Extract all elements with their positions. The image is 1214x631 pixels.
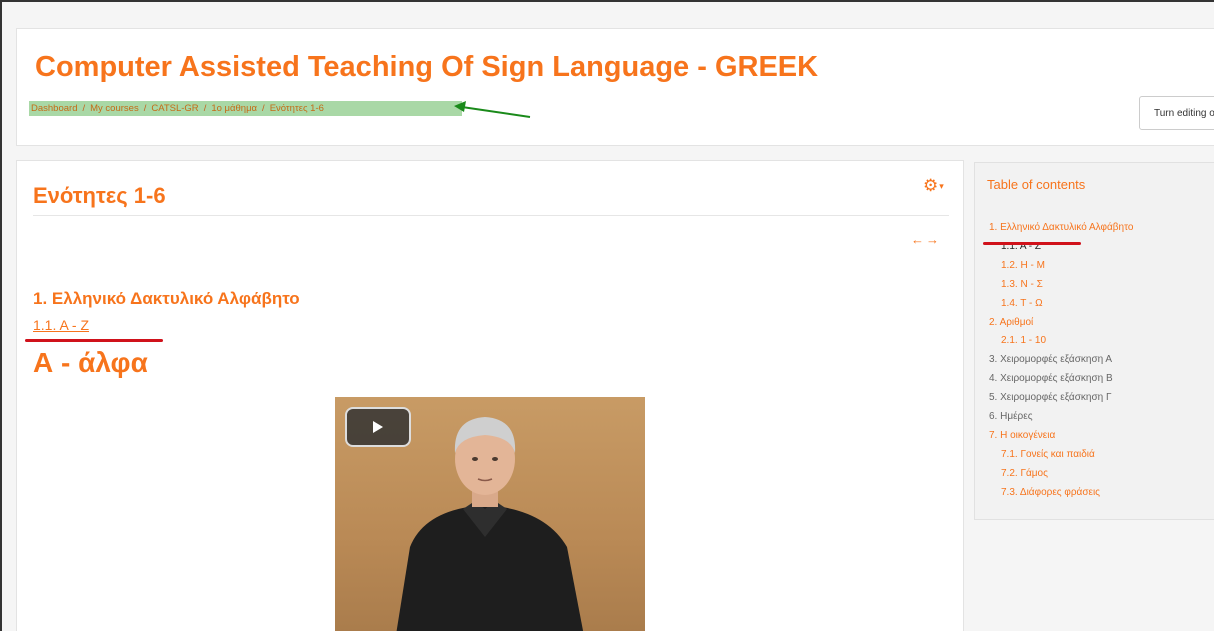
toc-item[interactable]: 6. Ημέρες	[989, 408, 1133, 427]
table-of-contents: Table of contents 1. Ελληνικό Δακτυλικό …	[974, 162, 1214, 520]
toc-item[interactable]: 1.2. Η - Μ	[989, 257, 1133, 276]
arrow-right-icon[interactable]: →	[926, 232, 941, 247]
page-header: Computer Assisted Teaching Of Sign Langu…	[16, 28, 1214, 146]
toc-item[interactable]: 5. Χειρομορφές εξάσκηση Γ	[989, 389, 1133, 408]
breadcrumb-separator: /	[203, 103, 207, 114]
toc-list: 1. Ελληνικό Δακτυλικό Αλφάβητο 1.1. Α - Ζ…	[989, 219, 1133, 503]
play-icon	[373, 421, 383, 433]
divider	[33, 215, 949, 216]
chapter-title: 1. Ελληνικό Δακτυλικό Αλφάβητο	[33, 289, 300, 308]
toc-item[interactable]: 1.3. Ν - Σ	[989, 276, 1133, 295]
toc-item[interactable]: 1.4. Τ - Ω	[989, 295, 1133, 314]
breadcrumb-course[interactable]: CATSL-GR	[151, 103, 198, 114]
breadcrumb-separator: /	[143, 103, 147, 114]
annotation-underline	[983, 242, 1081, 245]
turn-editing-on-button[interactable]: Turn editing o	[1139, 96, 1214, 130]
chapter-navigation: ←→	[911, 232, 941, 247]
letter-title: Α - άλφα	[33, 347, 148, 378]
section-title: Ενότητες 1-6	[33, 183, 166, 208]
sign-video[interactable]	[335, 397, 645, 631]
toc-heading: Table of contents	[987, 177, 1086, 192]
annotation-arrow-icon	[454, 101, 531, 118]
toc-item[interactable]: 2.1. 1 - 10	[989, 332, 1133, 351]
breadcrumb: Dashboard / My courses / CATSL-GR / 1ο μ…	[29, 101, 462, 116]
breadcrumb-current[interactable]: Ενότητες 1-6	[270, 103, 324, 114]
course-title: Computer Assisted Teaching Of Sign Langu…	[35, 51, 819, 83]
toc-item[interactable]: 7. Η οικογένεια	[989, 427, 1133, 446]
toc-item: 1.1. Α - Ζ	[1001, 240, 1042, 252]
annotation-underline	[25, 339, 163, 342]
breadcrumb-separator: /	[82, 103, 86, 114]
breadcrumb-my-courses[interactable]: My courses	[90, 103, 139, 114]
breadcrumb-lesson[interactable]: 1ο μάθημα	[211, 103, 257, 114]
toc-item[interactable]: 1. Ελληνικό Δακτυλικό Αλφάβητο	[989, 219, 1133, 238]
chevron-down-icon: ▾	[939, 181, 944, 192]
toc-item[interactable]: 7.3. Διάφορες φράσεις	[989, 484, 1133, 503]
toc-item[interactable]: 2. Αριθμοί	[989, 314, 1133, 333]
settings-menu[interactable]: ⚙▾	[923, 176, 944, 196]
arrow-left-icon[interactable]: ←	[911, 232, 926, 247]
toc-item[interactable]: 4. Χειρομορφές εξάσκηση Β	[989, 370, 1133, 389]
book-content: Ενότητες 1-6 ⚙▾ ←→ 1. Ελληνικό Δακτυλικό…	[16, 160, 964, 631]
gear-icon: ⚙	[923, 176, 939, 195]
toc-item[interactable]: 7.2. Γάμος	[989, 465, 1133, 484]
toc-item[interactable]: 7.1. Γονείς και παιδιά	[989, 446, 1133, 465]
play-button[interactable]	[345, 407, 411, 447]
subchapter-title: 1.1. Α - Ζ	[33, 317, 90, 333]
breadcrumb-separator: /	[262, 103, 265, 114]
breadcrumb-dashboard[interactable]: Dashboard	[31, 103, 77, 114]
toc-item[interactable]: 3. Χειρομορφές εξάσκηση Α	[989, 351, 1133, 370]
